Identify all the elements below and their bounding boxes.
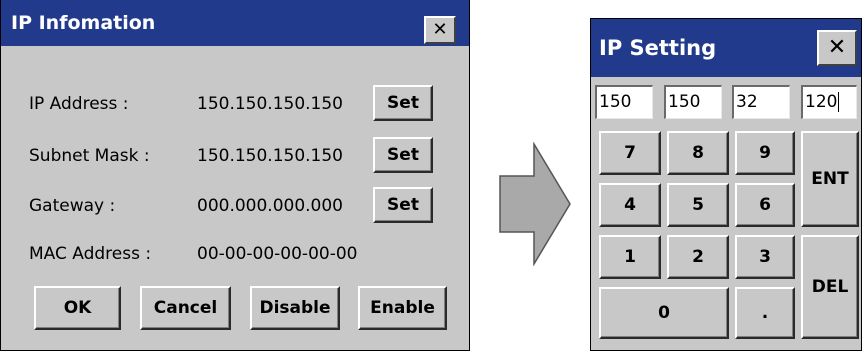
key-0[interactable]: 0 (599, 287, 729, 339)
ip-setting-dialog: IP Setting ✕ 150 150 32 120 7 8 9 ENT 4 … (590, 18, 862, 351)
subnet-mask-label: Subnet Mask : (29, 146, 150, 166)
key-8[interactable]: 8 (667, 131, 729, 175)
ip-octet-3-field[interactable]: 32 (732, 85, 790, 119)
ok-button[interactable]: OK (34, 286, 121, 330)
ip-octet-4-field[interactable]: 120 (801, 85, 857, 119)
delete-key[interactable]: DEL (801, 235, 859, 339)
key-4[interactable]: 4 (599, 183, 661, 227)
close-icon: ✕ (432, 19, 448, 40)
key-9[interactable]: 9 (735, 131, 795, 175)
enter-key[interactable]: ENT (801, 131, 859, 227)
ip-address-label: IP Address : (29, 94, 129, 114)
key-3[interactable]: 3 (735, 235, 795, 279)
key-7[interactable]: 7 (599, 131, 661, 175)
enable-button[interactable]: Enable (358, 286, 447, 330)
ip-octet-2-field[interactable]: 150 (664, 85, 722, 119)
dialog-title: IP Infomation (11, 12, 156, 34)
gateway-value: 000.000.000.000 (197, 196, 344, 216)
right-arrow-icon (499, 142, 571, 266)
mac-address-value: 00-00-00-00-00-00 (197, 244, 358, 264)
disable-button[interactable]: Disable (250, 286, 340, 330)
ip-octet-1-field[interactable]: 150 (595, 85, 653, 119)
close-button[interactable]: ✕ (424, 16, 456, 44)
gateway-label: Gateway : (29, 196, 116, 216)
set-ip-address-button[interactable]: Set (373, 85, 433, 121)
ip-address-value: 150.150.150.150 (197, 94, 344, 114)
close-icon: ✕ (827, 35, 847, 60)
set-subnet-mask-button[interactable]: Set (373, 137, 433, 173)
key-6[interactable]: 6 (735, 183, 795, 227)
text-caret (838, 92, 840, 112)
ip-information-dialog: IP Infomation ✕ IP Address : 150.150.150… (0, 0, 470, 351)
dialog-title: IP Setting (599, 36, 717, 60)
ip-information-titlebar: IP Infomation (1, 0, 469, 46)
key-5[interactable]: 5 (667, 183, 729, 227)
cancel-button[interactable]: Cancel (140, 286, 231, 330)
mac-address-label: MAC Address : (29, 244, 152, 264)
close-button[interactable]: ✕ (817, 30, 857, 66)
subnet-mask-value: 150.150.150.150 (197, 146, 344, 166)
decimal-point-key[interactable]: . (735, 287, 795, 339)
key-2[interactable]: 2 (667, 235, 729, 279)
set-gateway-button[interactable]: Set (373, 187, 433, 223)
key-1[interactable]: 1 (599, 235, 661, 279)
